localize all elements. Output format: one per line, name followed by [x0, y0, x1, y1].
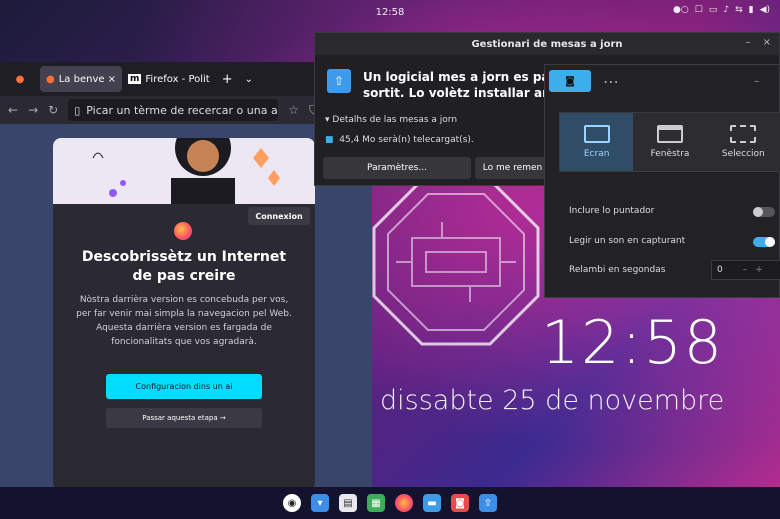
welcome-title-line2: de pas creire [132, 268, 236, 284]
selection-icon [730, 125, 757, 143]
details-expander[interactable]: ▾ Detalhs de las mesas a jorn [325, 115, 457, 125]
minimize-button[interactable]: – [754, 76, 759, 87]
close-button[interactable]: × [763, 37, 771, 48]
welcome-title-line1: Descobrissètz un Internet [81, 249, 287, 265]
camera-icon: ◙ [565, 75, 575, 87]
battery-icon[interactable]: ▮ [749, 5, 754, 15]
tab-welcome[interactable]: ● La benveng × [40, 66, 122, 92]
toggle-knob [765, 237, 775, 247]
welcome-dialog: Connexion Descobrissètz un Internet de p… [53, 138, 315, 487]
spreadsheet-icon[interactable]: ▦ [367, 494, 385, 512]
update-message: Un logicial mes a jorn es paregu sortit.… [363, 69, 553, 101]
mozilla-icon: m [128, 74, 142, 84]
delay-value: 0 [717, 265, 723, 275]
minimize-button[interactable]: – [746, 37, 751, 48]
mode-window[interactable]: Fenèstra [633, 113, 706, 171]
triangle-down-icon: ▾ [325, 115, 330, 125]
bookmark-star-icon[interactable]: ☆ [288, 103, 299, 117]
document-viewer-icon[interactable]: ▤ [339, 494, 357, 512]
delay-spinbox[interactable]: 0 – + [711, 260, 780, 280]
panel-clock[interactable]: 12:58 [376, 7, 405, 18]
wallpaper-maze-emblem [372, 178, 540, 346]
window-controls: – × [746, 37, 771, 48]
pointer-toggle[interactable] [753, 207, 775, 217]
lockscreen-date: dissabte 25 de novembre [380, 385, 725, 416]
window-title: Gestionari de mesas a jorn [315, 33, 779, 55]
launcher-icon[interactable]: ◉ [283, 494, 301, 512]
update-message-line2: sortit. Lo volètz installar ara ? [363, 86, 553, 100]
network-icon[interactable]: ⇆ [735, 5, 743, 15]
setup-button[interactable]: Configuracion dins un ai [106, 374, 262, 399]
firefox-logo-icon [174, 222, 192, 240]
monitor-icon [583, 125, 610, 143]
volume-icon[interactable]: ◀) [760, 5, 770, 15]
top-panel: 12:58 ●○ ☐ ▭ ♪ ⇆ ▮ ◀) [0, 0, 780, 24]
update-message-line1: Un logicial mes a jorn es paregu [363, 70, 553, 84]
welcome-title: Descobrissètz un Internet de pas creire [53, 248, 315, 286]
reload-icon[interactable]: ↻ [48, 103, 58, 117]
mode-screen[interactable]: Ecran [560, 113, 634, 171]
file-manager-icon[interactable]: ▬ [423, 494, 441, 512]
screenshot-header: ◙ ⋯ – [545, 65, 779, 97]
page-icon: ▯ [74, 103, 81, 117]
download-size: ■ 45,4 Mo serà(n) telecargat(s). [325, 135, 474, 145]
firefox-icon[interactable] [395, 494, 413, 512]
mode-selection[interactable]: Seleccion [707, 113, 780, 171]
remind-later-button[interactable]: Lo me remen [475, 157, 550, 179]
welcome-text: Nòstra darrièra version es concebuda per… [76, 295, 292, 347]
tab-title: Firefox - Polit [145, 73, 210, 85]
toggle-knob [753, 207, 763, 217]
dock: ◉ ▾ ▤ ▦ ▬ ◙ ⇧ [0, 487, 780, 519]
update-arrow-icon: ⇧ [327, 69, 351, 93]
package-icon: ■ [325, 135, 334, 145]
download-size-text: 45,4 Mo serà(n) telecargat(s). [339, 135, 474, 145]
software-center-icon[interactable]: ▾ [311, 494, 329, 512]
update-manager-icon[interactable]: ⇧ [479, 494, 497, 512]
option-pointer: Inclure lo puntador [569, 206, 655, 216]
system-tray: ●○ ☐ ▭ ♪ ⇆ ▮ ◀) [673, 5, 770, 15]
mode-label: Ecran [583, 149, 610, 159]
notification-icon[interactable]: ♪ [723, 5, 729, 15]
sound-toggle[interactable] [753, 237, 775, 247]
firefox-view-icon[interactable]: ● [0, 66, 40, 92]
tab-privacy[interactable]: m Firefox - Polit [122, 66, 216, 92]
firefox-logo-icon: ● [46, 73, 55, 85]
screenshot-app-icon[interactable]: ◙ [451, 494, 469, 512]
camera-tab[interactable]: ◙ [549, 70, 591, 92]
welcome-illustration [53, 138, 315, 204]
parameters-button[interactable]: Paramètres... [323, 157, 471, 179]
tab-title: La benveng [58, 73, 104, 85]
url-placeholder: Picar un tèrme de recercar o una ad [86, 103, 279, 117]
url-bar[interactable]: ▯ Picar un tèrme de recercar o una ad [68, 99, 279, 121]
workspace-indicator-icon[interactable]: ●○ [673, 5, 689, 15]
tab-close-icon[interactable]: × [108, 74, 116, 85]
folder-icon[interactable]: ▭ [709, 5, 718, 15]
back-arrow-icon[interactable]: ← [8, 103, 18, 117]
screenshot-panel: ◙ ⋯ – Ecran Fenèstra Seleccion Inclure l… [544, 64, 780, 298]
capture-mode-selector: Ecran Fenèstra Seleccion [559, 112, 780, 172]
window-icon [656, 125, 683, 143]
delay-increase-button[interactable]: + [755, 265, 763, 275]
connexion-button[interactable]: Connexion [248, 207, 310, 225]
forward-arrow-icon[interactable]: → [28, 103, 38, 117]
option-sound: Legir un son en capturant [569, 236, 686, 246]
option-delay: Relambi en segondas [569, 265, 666, 275]
tab-list-chevron-icon[interactable]: ⌄ [239, 66, 259, 92]
illustration-art [92, 138, 280, 204]
details-label: Detalhs de las mesas a jorn [332, 115, 458, 125]
mode-label: Seleccion [721, 149, 765, 159]
lockscreen-clock: 12:58 [541, 308, 724, 378]
new-tab-button[interactable]: + [216, 66, 239, 92]
delay-decrease-button[interactable]: – [743, 265, 748, 275]
skip-button[interactable]: Passar aquesta etapa → [106, 408, 262, 428]
mode-label: Fenèstra [650, 149, 690, 159]
more-options-icon[interactable]: ⋯ [603, 72, 619, 91]
clipboard-icon[interactable]: ☐ [695, 5, 703, 15]
